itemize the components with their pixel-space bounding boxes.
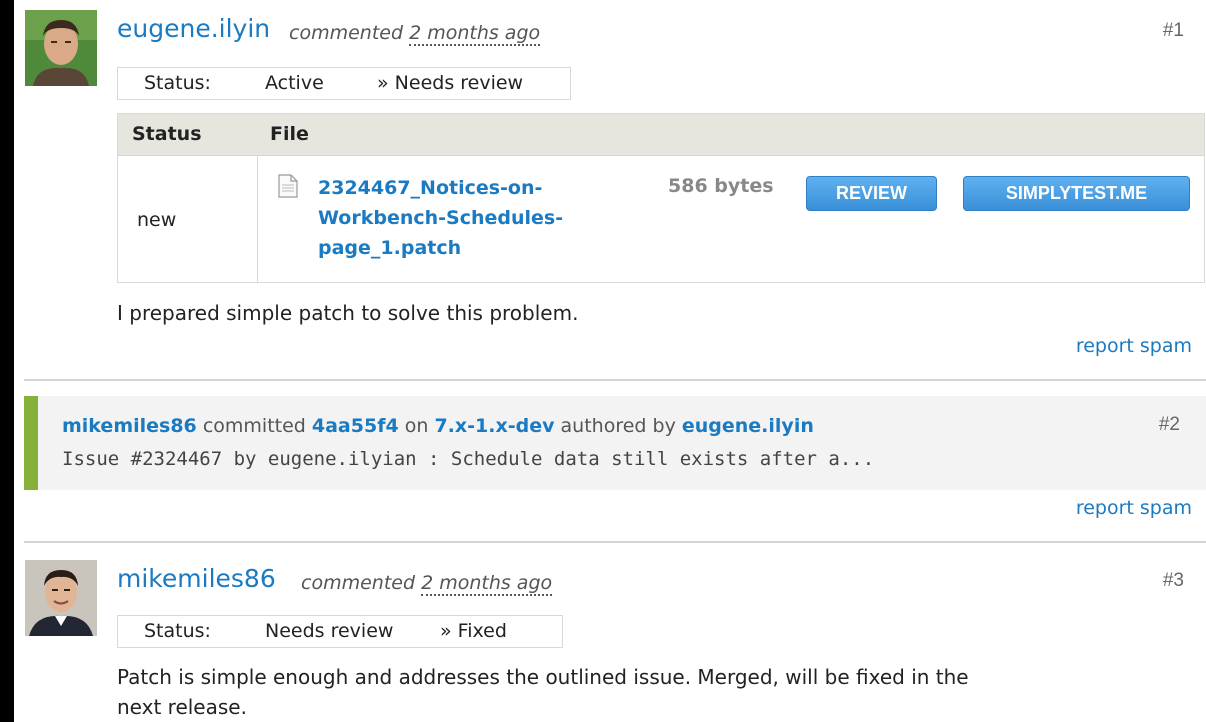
- comment-meta: commented 2 months ago: [301, 572, 553, 596]
- status-from: Active: [265, 72, 324, 94]
- file-size: 586 bytes: [668, 175, 774, 197]
- avatar[interactable]: [25, 10, 97, 86]
- file-name-line: page_1.patch: [318, 237, 462, 259]
- report-spam-link[interactable]: report spam: [1076, 335, 1192, 357]
- commit-message: Issue #2324467 by eugene.ilyian : Schedu…: [62, 448, 875, 470]
- comment-number[interactable]: #3: [1163, 570, 1184, 592]
- status-label: Status:: [144, 72, 211, 94]
- comment-time[interactable]: 2 months ago: [421, 572, 553, 596]
- commit-notice: mikemiles86 committed 4aa55f4 on 7.x-1.x…: [24, 396, 1206, 490]
- committer-link[interactable]: mikemiles86: [62, 415, 197, 437]
- comment-body: I prepared simple patch to solve this pr…: [117, 301, 579, 325]
- commit-authored-by: authored by: [560, 415, 676, 437]
- comment-body-line: next release.: [117, 695, 247, 719]
- comment-divider: [24, 541, 1206, 543]
- status-to: » Needs review: [377, 72, 524, 94]
- comment-number[interactable]: #2: [1159, 414, 1180, 436]
- commit-branch-link[interactable]: 7.x-1.x-dev: [434, 415, 554, 437]
- commit-hash-link[interactable]: 4aa55f4: [312, 415, 399, 437]
- commit-accent-bar: [24, 396, 38, 490]
- file-icon: [278, 174, 298, 202]
- comment-verb: commented: [301, 572, 416, 594]
- avatar[interactable]: [25, 560, 97, 636]
- status-to: » Fixed: [440, 620, 507, 642]
- status-change: Status: Needs review » Fixed: [117, 615, 563, 648]
- file-name-line: Workbench-Schedules-: [318, 207, 564, 229]
- file-name-line: 2324467_Notices-on-: [318, 177, 543, 199]
- column-divider: [257, 156, 258, 282]
- comment-time[interactable]: 2 months ago: [409, 22, 541, 46]
- files-table: Status File new 2324467_Notices-on- Work…: [117, 113, 1205, 283]
- comment-number[interactable]: #1: [1163, 20, 1184, 42]
- patch-file-link[interactable]: 2324467_Notices-on- Workbench-Schedules-…: [318, 173, 598, 263]
- simplytest-button[interactable]: SIMPLYTEST.ME: [963, 176, 1190, 211]
- comment-body-line: Patch is simple enough and addresses the…: [117, 665, 969, 689]
- commit-verb: committed: [202, 415, 306, 437]
- status-label: Status:: [144, 620, 211, 642]
- commit-author-link[interactable]: eugene.ilyin: [682, 415, 814, 437]
- commit-summary: mikemiles86 committed 4aa55f4 on 7.x-1.x…: [62, 415, 814, 437]
- comment-body: Patch is simple enough and addresses the…: [117, 662, 969, 722]
- status-from: Needs review: [265, 620, 394, 642]
- comment-divider: [24, 379, 1206, 381]
- review-button[interactable]: REVIEW: [806, 176, 937, 211]
- left-edge-bar: [0, 0, 14, 722]
- header-file: File: [270, 123, 309, 145]
- files-table-header: Status File: [118, 114, 1204, 156]
- file-status: new: [137, 209, 177, 231]
- comment-author-link[interactable]: mikemiles86: [117, 564, 276, 593]
- commit-on: on: [404, 415, 429, 437]
- comment-verb: commented: [289, 22, 404, 44]
- status-change: Status: Active » Needs review: [117, 67, 571, 100]
- report-spam-link[interactable]: report spam: [1076, 497, 1192, 519]
- comment-author-link[interactable]: eugene.ilyin: [117, 14, 270, 43]
- comment-meta: commented 2 months ago: [289, 22, 541, 46]
- header-status: Status: [132, 123, 202, 145]
